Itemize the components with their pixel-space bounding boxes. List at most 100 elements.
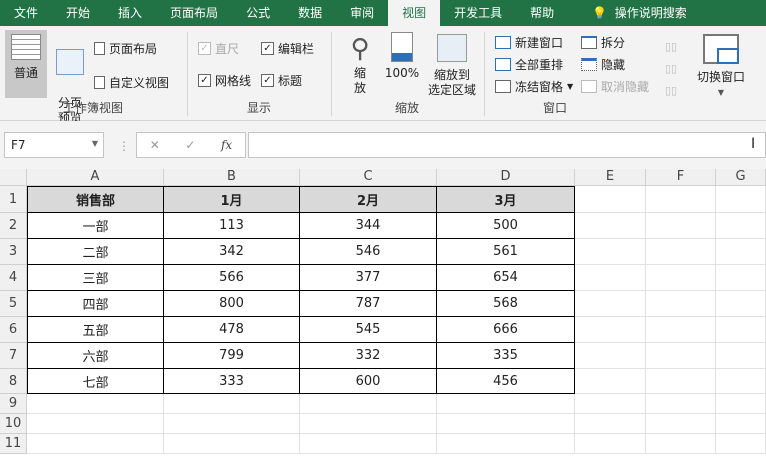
cell-F10[interactable] — [646, 414, 716, 434]
cell-B10[interactable] — [164, 414, 300, 434]
row-header-4[interactable]: 4 — [0, 265, 27, 291]
row-header-11[interactable]: 11 — [0, 434, 27, 454]
cell-E6[interactable] — [575, 317, 646, 343]
row-header-2[interactable]: 2 — [0, 213, 27, 239]
hide-button[interactable]: 隐藏 — [581, 56, 625, 73]
column-header-C[interactable]: C — [300, 169, 437, 186]
cell-D4[interactable]: 654 — [437, 265, 575, 291]
tab-1[interactable]: 开始 — [52, 0, 104, 26]
cell-D5[interactable]: 568 — [437, 291, 575, 317]
cell-A10[interactable] — [27, 414, 164, 434]
row-header-6[interactable]: 6 — [0, 317, 27, 343]
tab-3[interactable]: 页面布局 — [156, 0, 232, 26]
cell-A1[interactable]: 销售部 — [27, 186, 164, 213]
cell-G2[interactable] — [716, 213, 766, 239]
column-header-A[interactable]: A — [27, 169, 164, 186]
tell-me-search[interactable]: 💡 操作说明搜索 — [578, 0, 701, 26]
cell-D11[interactable] — [437, 434, 575, 454]
cell-A5[interactable]: 四部 — [27, 291, 164, 317]
column-header-F[interactable]: F — [646, 169, 716, 186]
row-header-10[interactable]: 10 — [0, 414, 27, 434]
switch-windows-button[interactable]: 切换窗口 ▼ — [691, 34, 751, 100]
tab-8[interactable]: 开发工具 — [440, 0, 516, 26]
cell-G9[interactable] — [716, 394, 766, 414]
cell-B9[interactable] — [164, 394, 300, 414]
tab-9[interactable]: 帮助 — [516, 0, 568, 26]
cell-C9[interactable] — [300, 394, 437, 414]
cell-B11[interactable] — [164, 434, 300, 454]
column-header-B[interactable]: B — [164, 169, 300, 186]
row-header-5[interactable]: 5 — [0, 291, 27, 317]
cell-C8[interactable]: 600 — [300, 369, 437, 394]
cell-G10[interactable] — [716, 414, 766, 434]
cell-G4[interactable] — [716, 265, 766, 291]
cell-B6[interactable]: 478 — [164, 317, 300, 343]
cell-B5[interactable]: 800 — [164, 291, 300, 317]
cell-F8[interactable] — [646, 369, 716, 394]
freeze-panes-button[interactable]: 冻结窗格 ▼ — [495, 78, 573, 95]
cell-C7[interactable]: 332 — [300, 343, 437, 369]
headings-checkbox[interactable]: ✓ 标题 — [261, 72, 302, 89]
column-header-E[interactable]: E — [575, 169, 646, 186]
tab-0[interactable]: 文件 — [0, 0, 52, 26]
insert-function-icon[interactable]: fx — [221, 138, 232, 152]
cell-A9[interactable] — [27, 394, 164, 414]
cell-C2[interactable]: 344 — [300, 213, 437, 239]
row-header-3[interactable]: 3 — [0, 239, 27, 265]
cell-G7[interactable] — [716, 343, 766, 369]
cell-G8[interactable] — [716, 369, 766, 394]
cell-D9[interactable] — [437, 394, 575, 414]
zoom-button[interactable]: ⚲ 缩 放 — [342, 32, 378, 96]
cell-A4[interactable]: 三部 — [27, 265, 164, 291]
cell-G11[interactable] — [716, 434, 766, 454]
tab-7[interactable]: 视图 — [388, 0, 441, 26]
row-header-9[interactable]: 9 — [0, 394, 27, 414]
cell-D10[interactable] — [437, 414, 575, 434]
cell-B1[interactable]: 1月 — [164, 186, 300, 213]
cell-B3[interactable]: 342 — [164, 239, 300, 265]
cell-C10[interactable] — [300, 414, 437, 434]
column-header-D[interactable]: D — [437, 169, 575, 186]
cell-E5[interactable] — [575, 291, 646, 317]
normal-view-button[interactable]: 普通 — [5, 30, 47, 98]
cell-C11[interactable] — [300, 434, 437, 454]
cell-C4[interactable]: 377 — [300, 265, 437, 291]
new-window-button[interactable]: 新建窗口 — [495, 34, 563, 51]
cell-C3[interactable]: 546 — [300, 239, 437, 265]
cell-E11[interactable] — [575, 434, 646, 454]
name-box[interactable]: F7 ▼ — [4, 132, 104, 158]
cancel-icon[interactable]: ✕ — [150, 138, 160, 152]
cell-E4[interactable] — [575, 265, 646, 291]
tab-6[interactable]: 审阅 — [336, 0, 388, 26]
cell-D8[interactable]: 456 — [437, 369, 575, 394]
tab-4[interactable]: 公式 — [232, 0, 284, 26]
cell-E8[interactable] — [575, 369, 646, 394]
ruler-checkbox[interactable]: ✓ 直尺 — [198, 40, 239, 57]
row-header-8[interactable]: 8 — [0, 369, 27, 394]
arrange-all-button[interactable]: 全部重排 — [495, 56, 563, 73]
formula-input[interactable]: I — [248, 132, 766, 158]
cell-B2[interactable]: 113 — [164, 213, 300, 239]
unhide-button[interactable]: 取消隐藏 — [581, 78, 649, 95]
cell-A2[interactable]: 一部 — [27, 213, 164, 239]
enter-icon[interactable]: ✓ — [185, 138, 195, 152]
cell-G1[interactable] — [716, 186, 766, 213]
gridlines-checkbox[interactable]: ✓ 网格线 — [198, 72, 251, 89]
zoom-100-button[interactable]: 100% — [382, 32, 422, 81]
cell-F7[interactable] — [646, 343, 716, 369]
row-header-1[interactable]: 1 — [0, 186, 27, 213]
split-button[interactable]: 拆分 — [581, 34, 625, 51]
cell-A6[interactable]: 五部 — [27, 317, 164, 343]
cell-E2[interactable] — [575, 213, 646, 239]
cell-C1[interactable]: 2月 — [300, 186, 437, 213]
cell-F2[interactable] — [646, 213, 716, 239]
formula-bar-checkbox[interactable]: ✓ 编辑栏 — [261, 40, 314, 57]
cell-F1[interactable] — [646, 186, 716, 213]
cell-D1[interactable]: 3月 — [437, 186, 575, 213]
cell-A11[interactable] — [27, 434, 164, 454]
zoom-selection-button[interactable]: 缩放到 选定区域 — [422, 34, 482, 98]
cell-F9[interactable] — [646, 394, 716, 414]
cell-B4[interactable]: 566 — [164, 265, 300, 291]
cell-G6[interactable] — [716, 317, 766, 343]
cell-A8[interactable]: 七部 — [27, 369, 164, 394]
